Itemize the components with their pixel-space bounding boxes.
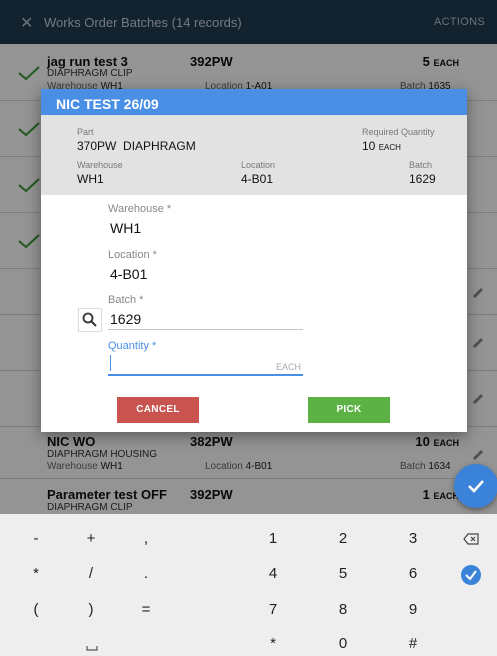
key[interactable]: - bbox=[6, 530, 66, 547]
batch-underline bbox=[108, 329, 303, 330]
text-cursor bbox=[110, 355, 111, 371]
quantity-underline bbox=[108, 374, 303, 376]
key[interactable]: 0 bbox=[313, 635, 373, 652]
backspace-icon[interactable] bbox=[463, 532, 479, 551]
part-label: Part bbox=[77, 127, 94, 137]
space-key-icon[interactable] bbox=[86, 638, 98, 656]
pick-button[interactable]: PICK bbox=[308, 397, 390, 423]
key[interactable]: 7 bbox=[243, 601, 303, 618]
key[interactable]: / bbox=[61, 565, 121, 582]
warehouse-field-label: Warehouse * bbox=[108, 203, 172, 215]
warehouse-value: WH1 bbox=[77, 172, 104, 186]
confirm-fab[interactable] bbox=[454, 464, 497, 508]
key[interactable]: ( bbox=[6, 601, 66, 618]
part-value: 370PW DIAPHRAGM bbox=[77, 139, 196, 153]
location-field-label: Location * bbox=[108, 249, 157, 261]
key[interactable]: 6 bbox=[383, 565, 443, 582]
warehouse-label: Warehouse bbox=[77, 160, 123, 170]
key[interactable]: 4 bbox=[243, 565, 303, 582]
key[interactable]: . bbox=[116, 565, 176, 582]
batch-field[interactable]: 1629 bbox=[110, 311, 141, 327]
key[interactable]: # bbox=[383, 635, 443, 652]
key[interactable]: 2 bbox=[313, 530, 373, 547]
location-value: 4-B01 bbox=[241, 172, 274, 186]
required-qty-label: Required Quantity bbox=[362, 127, 435, 137]
done-key-icon[interactable] bbox=[461, 565, 481, 585]
required-qty-value: 10 EACH bbox=[362, 139, 401, 153]
key[interactable]: , bbox=[116, 530, 176, 547]
key[interactable]: 8 bbox=[313, 601, 373, 618]
dialog-title: NIC TEST 26/09 bbox=[41, 89, 467, 115]
key[interactable]: = bbox=[116, 601, 176, 618]
dialog-info-panel: Part 370PW DIAPHRAGM Required Quantity 1… bbox=[41, 115, 467, 195]
quantity-field-label: Quantity * bbox=[108, 340, 157, 352]
key[interactable]: 3 bbox=[383, 530, 443, 547]
batch-label: Batch bbox=[409, 160, 433, 170]
batch-field-label: Batch * bbox=[108, 294, 144, 306]
key[interactable]: 5 bbox=[313, 565, 373, 582]
numeric-keyboard: - + , 1 2 3 * / . 4 5 6 ( ) = 7 8 9 * 0 … bbox=[0, 514, 497, 656]
quantity-input[interactable] bbox=[112, 355, 302, 371]
search-icon[interactable] bbox=[78, 308, 102, 332]
quantity-uom: EACH bbox=[276, 362, 302, 372]
location-label: Location bbox=[241, 160, 276, 170]
check-icon bbox=[468, 480, 484, 493]
key[interactable]: 1 bbox=[243, 530, 303, 547]
key[interactable]: * bbox=[243, 635, 303, 652]
key[interactable]: 9 bbox=[383, 601, 443, 618]
pick-dialog: NIC TEST 26/09 Part 370PW DIAPHRAGM Requ… bbox=[41, 89, 467, 432]
location-field[interactable]: 4-B01 bbox=[110, 266, 147, 282]
key[interactable]: ) bbox=[61, 601, 121, 618]
batch-value: 1629 bbox=[409, 172, 436, 186]
warehouse-field[interactable]: WH1 bbox=[110, 220, 141, 236]
key[interactable]: + bbox=[61, 530, 121, 547]
key[interactable]: * bbox=[6, 565, 66, 582]
cancel-button[interactable]: CANCEL bbox=[117, 397, 199, 423]
